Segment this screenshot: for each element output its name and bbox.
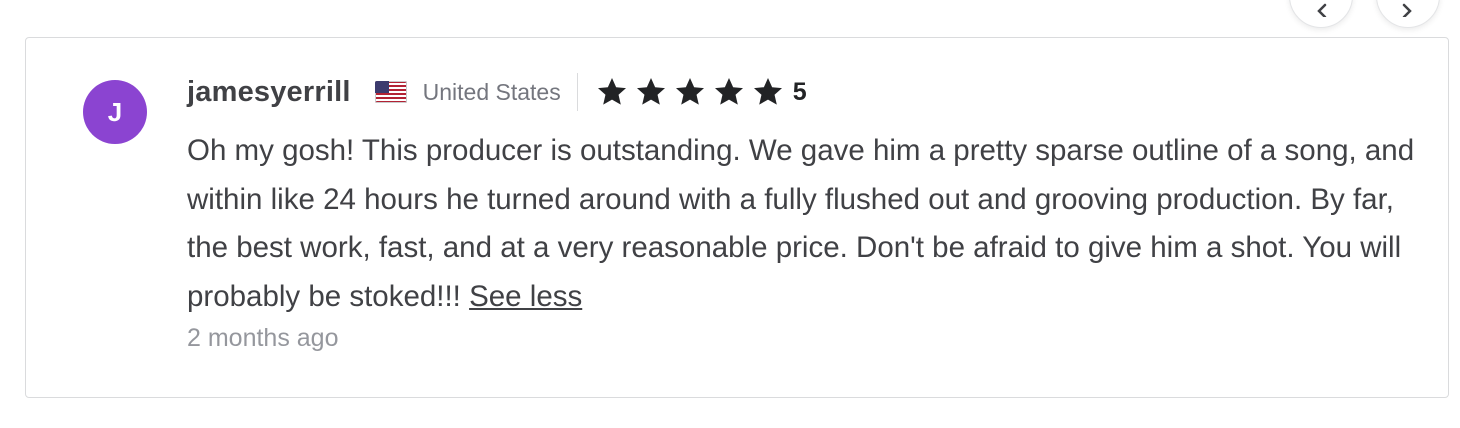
review-text: Oh my gosh! This producer is outstanding… xyxy=(187,127,1417,321)
star-rating: 5 xyxy=(595,76,807,108)
avatar-initial: J xyxy=(107,96,123,127)
chevron-right-icon xyxy=(1402,3,1412,17)
stars xyxy=(595,76,790,108)
review-header: jamesyerrill United States 5 xyxy=(187,72,807,112)
star-icon xyxy=(636,78,665,105)
carousel-next-button[interactable] xyxy=(1376,0,1440,28)
star-icon xyxy=(597,78,626,105)
review-body: Oh my gosh! This producer is outstanding… xyxy=(187,134,1415,313)
rating-value: 5 xyxy=(792,77,807,106)
reviewer-username[interactable]: jamesyerrill xyxy=(187,76,351,109)
star-icon xyxy=(675,78,704,105)
star-icon xyxy=(753,78,782,105)
review-time: 2 months ago xyxy=(187,324,339,352)
chevron-left-icon xyxy=(1317,3,1327,17)
review-card: J jamesyerrill United States 5 Oh my gos… xyxy=(25,37,1449,398)
us-flag-icon xyxy=(374,81,407,103)
carousel-prev-button[interactable] xyxy=(1289,0,1353,28)
avatar[interactable]: J xyxy=(83,80,147,144)
review-page: J jamesyerrill United States 5 Oh my gos… xyxy=(0,0,1460,428)
reviewer-country: United States xyxy=(374,78,561,106)
header-divider xyxy=(576,73,578,111)
country-name: United States xyxy=(422,78,561,105)
see-less-link[interactable]: See less xyxy=(469,280,582,313)
star-icon xyxy=(714,78,743,105)
